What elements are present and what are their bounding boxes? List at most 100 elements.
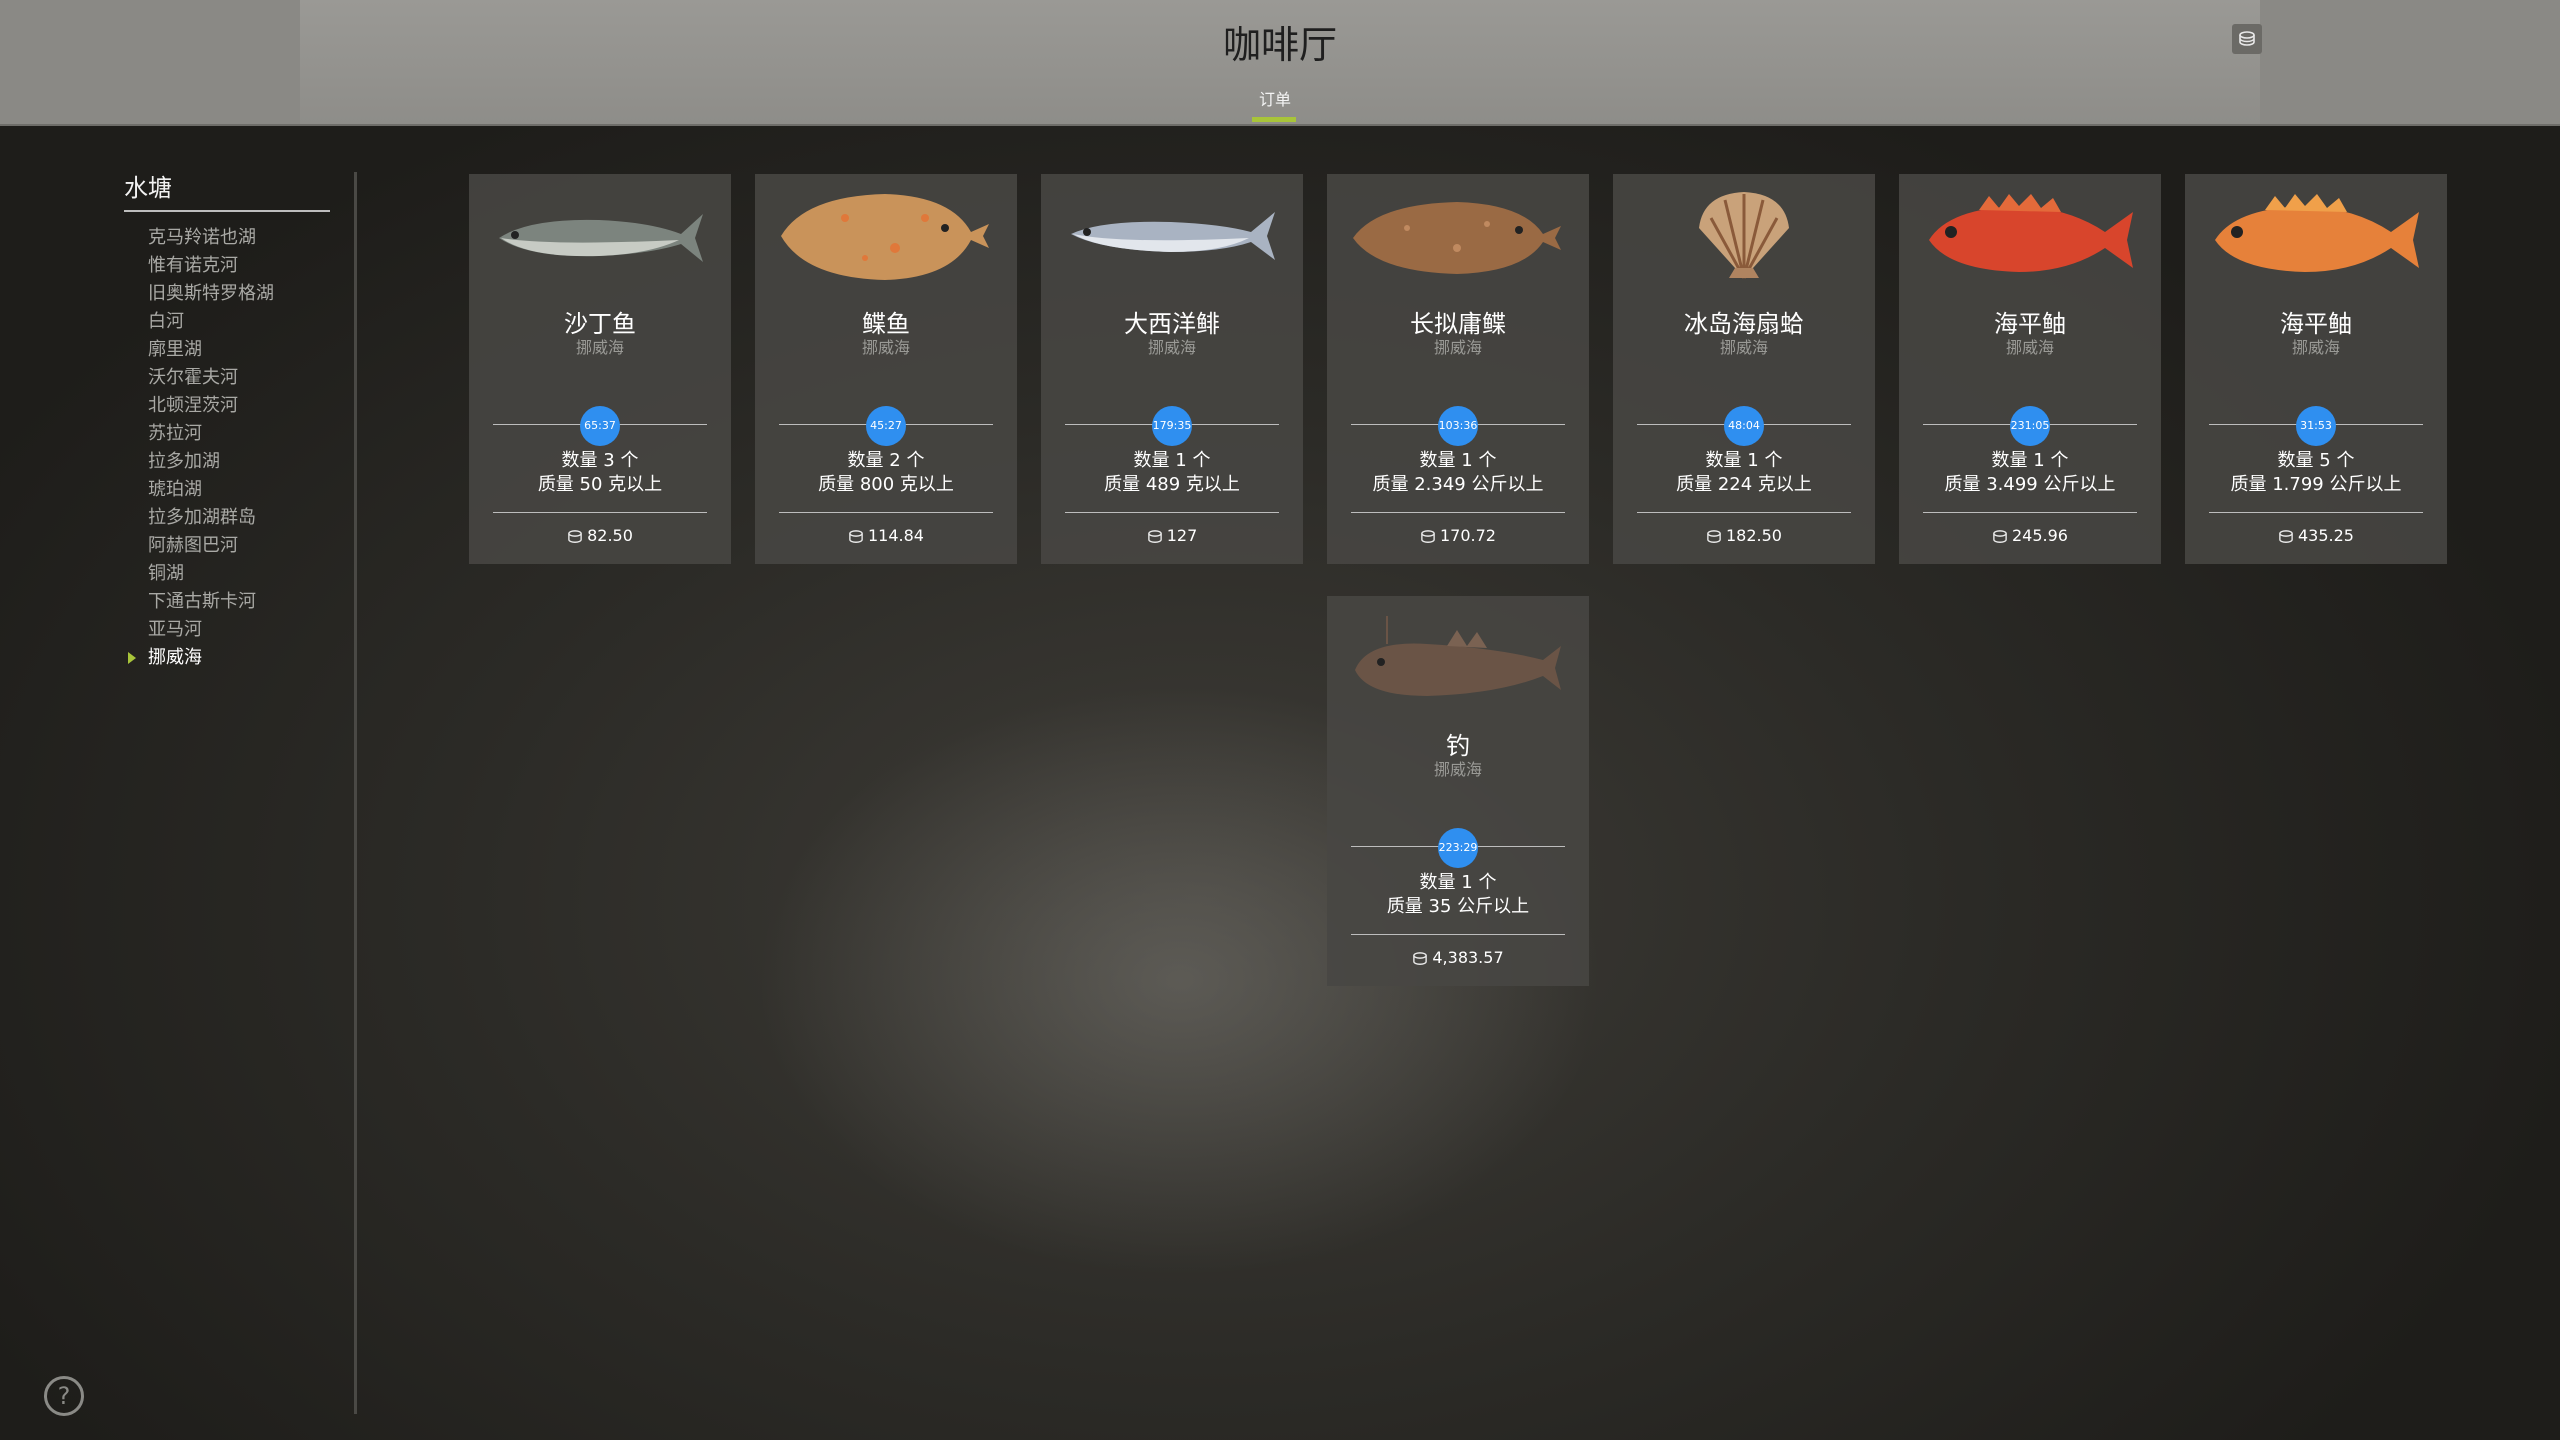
reward-amount: 170.72 [1440,526,1496,545]
fish-location: 挪威海 [2291,338,2340,357]
selected-arrow-icon [128,652,136,664]
mass-requirement: 质量 800 克以上 [818,474,954,495]
mass-requirement: 质量 489 克以上 [1104,474,1240,495]
divider [1351,934,1565,935]
sidebar-divider [354,172,357,1414]
mass-requirement: 质量 50 克以上 [537,474,663,495]
reward: 4,383.57 [1327,948,1589,967]
tab-orders[interactable]: 订单 [1240,86,1310,110]
sidebar-item-seversky-donets[interactable]: 北顿涅茨河 [148,392,274,420]
divider [1065,512,1279,513]
sidebar-item-volkhov[interactable]: 沃尔霍夫河 [148,364,274,392]
help-button[interactable]: ? [44,1376,84,1416]
divider [1351,512,1565,513]
sidebar-item-old-ostrog[interactable]: 旧奥斯特罗格湖 [148,280,274,308]
quantity-requirement: 数量 5 个 [2277,450,2355,471]
coin-icon [1993,530,2007,543]
quantity-requirement: 数量 1 个 [1419,872,1497,893]
quantity-requirement: 数量 1 个 [1133,450,1211,471]
reward: 182.50 [1613,526,1875,545]
coin-icon [1413,952,1428,965]
tab-active-indicator [1252,117,1296,122]
timer-badge: 103:36 [1438,406,1478,446]
order-card[interactable]: 钓 挪威海 223:29 数量 1 个 质量 35 公斤以上 4,383.57 [1327,596,1589,986]
sidebar-item-yama[interactable]: 亚马河 [148,616,274,644]
reward-amount: 114.84 [868,526,924,545]
timer-badge: 31:53 [2296,406,2336,446]
page-title: 咖啡厅 [1222,23,1337,67]
reward: 127 [1041,526,1303,545]
fish-location: 挪威海 [1147,338,1196,357]
sidebar-item-amber[interactable]: 琥珀湖 [148,476,274,504]
timer-badge: 179:35 [1152,406,1192,446]
fish-location: 挪威海 [1433,338,1482,357]
sidebar-item-sura[interactable]: 苏拉河 [148,420,274,448]
sidebar-item-kuma[interactable]: 克马羚诺也湖 [148,224,274,252]
order-card[interactable]: 大西洋鲱 挪威海 179:35 数量 1 个 质量 489 克以上 127 [1041,174,1303,564]
redfish-icon [1929,194,2133,272]
coin-icon [2279,530,2293,543]
reward: 245.96 [1899,526,2161,545]
divider [779,512,993,513]
divider [1923,512,2137,513]
mass-requirement: 质量 2.349 公斤以上 [1372,474,1544,495]
sidebar-item-akhtuba[interactable]: 阿赫图巴河 [148,532,274,560]
timer-badge: 65:37 [580,406,620,446]
reward-amount: 435.25 [2298,526,2354,545]
mass-requirement: 质量 224 克以上 [1676,474,1812,495]
quantity-requirement: 数量 3 个 [561,450,639,471]
quantity-requirement: 数量 2 个 [847,450,925,471]
reward-amount: 4,383.57 [1432,948,1504,967]
currency-icon[interactable] [2232,24,2262,54]
reward-amount: 245.96 [2012,526,2068,545]
sidebar-item-kuori[interactable]: 廓里湖 [148,336,274,364]
mass-requirement: 质量 35 公斤以上 [1386,896,1530,917]
divider [2209,512,2423,513]
reward: 435.25 [2185,526,2447,545]
coin-icon [568,530,582,543]
sidebar-item-belaya[interactable]: 白河 [148,308,274,336]
timer-badge: 45:27 [866,406,906,446]
scallop-icon [1699,192,1789,279]
quantity-requirement: 数量 1 个 [1419,450,1497,471]
sidebar-title: 水塘 [124,174,172,202]
mass-requirement: 质量 1.799 公斤以上 [2230,474,2402,495]
reward-amount: 182.50 [1726,526,1782,545]
order-card[interactable]: 鲽鱼 挪威海 45:27 数量 2 个 质量 800 克以上 114.84 [755,174,1017,564]
sidebar-title-rule [124,210,330,212]
sidebar-item-ladoga-archipelago[interactable]: 拉多加湖群岛 [148,504,274,532]
coin-icon [1147,530,1162,543]
reward: 114.84 [755,526,1017,545]
fish-location: 挪威海 [2005,338,2054,357]
sidebar-item-norwegian-sea[interactable]: 挪威海 [128,644,274,672]
pond-list: 克马羚诺也湖 惟有诺克河 旧奥斯特罗格湖 白河 廓里湖 沃尔霍夫河 北顿涅茨河 … [128,224,274,672]
timer-badge: 223:29 [1438,828,1478,868]
sidebar-item-copper[interactable]: 铜湖 [148,560,274,588]
fish-location: 挪威海 [861,338,910,357]
order-card[interactable]: 长拟庸鲽 挪威海 103:36 数量 1 个 质量 2.349 公斤以上 170… [1327,174,1589,564]
reward-amount: 82.50 [587,526,633,545]
divider [493,512,707,513]
fish-location: 挪威海 [575,338,624,357]
quantity-requirement: 数量 1 个 [1705,450,1783,471]
coin-icon [849,530,863,543]
reward: 170.72 [1327,526,1589,545]
order-card[interactable]: 海平鲉 挪威海 31:53 数量 5 个 质量 1.799 公斤以上 435.2… [2185,174,2447,564]
order-card[interactable]: 冰岛海扇蛤 挪威海 48:04 数量 1 个 质量 224 克以上 182.50 [1613,174,1875,564]
herring-icon [1071,212,1275,260]
timer-badge: 48:04 [1724,406,1764,446]
mass-requirement: 质量 3.499 公斤以上 [1944,474,2116,495]
sardine-icon [499,214,703,262]
sidebar-item-ladoga[interactable]: 拉多加湖 [148,448,274,476]
sidebar-item-winding-rivulet[interactable]: 惟有诺克河 [148,252,274,280]
order-card[interactable]: 沙丁鱼 挪威海 65:37 数量 3 个 质量 50 克以上 82.50 [469,174,731,564]
plaice-icon [781,194,989,280]
order-card[interactable]: 海平鲉 挪威海 231:05 数量 1 个 质量 3.499 公斤以上 245.… [1899,174,2161,564]
coin-icon [1421,530,1435,543]
divider [1637,512,1851,513]
fish-location: 挪威海 [1433,760,1482,779]
monkfish-icon [1355,616,1561,696]
sidebar-item-lower-tunguska[interactable]: 下通古斯卡河 [148,588,274,616]
quantity-requirement: 数量 1 个 [1991,450,2069,471]
reward-amount: 127 [1166,526,1198,545]
